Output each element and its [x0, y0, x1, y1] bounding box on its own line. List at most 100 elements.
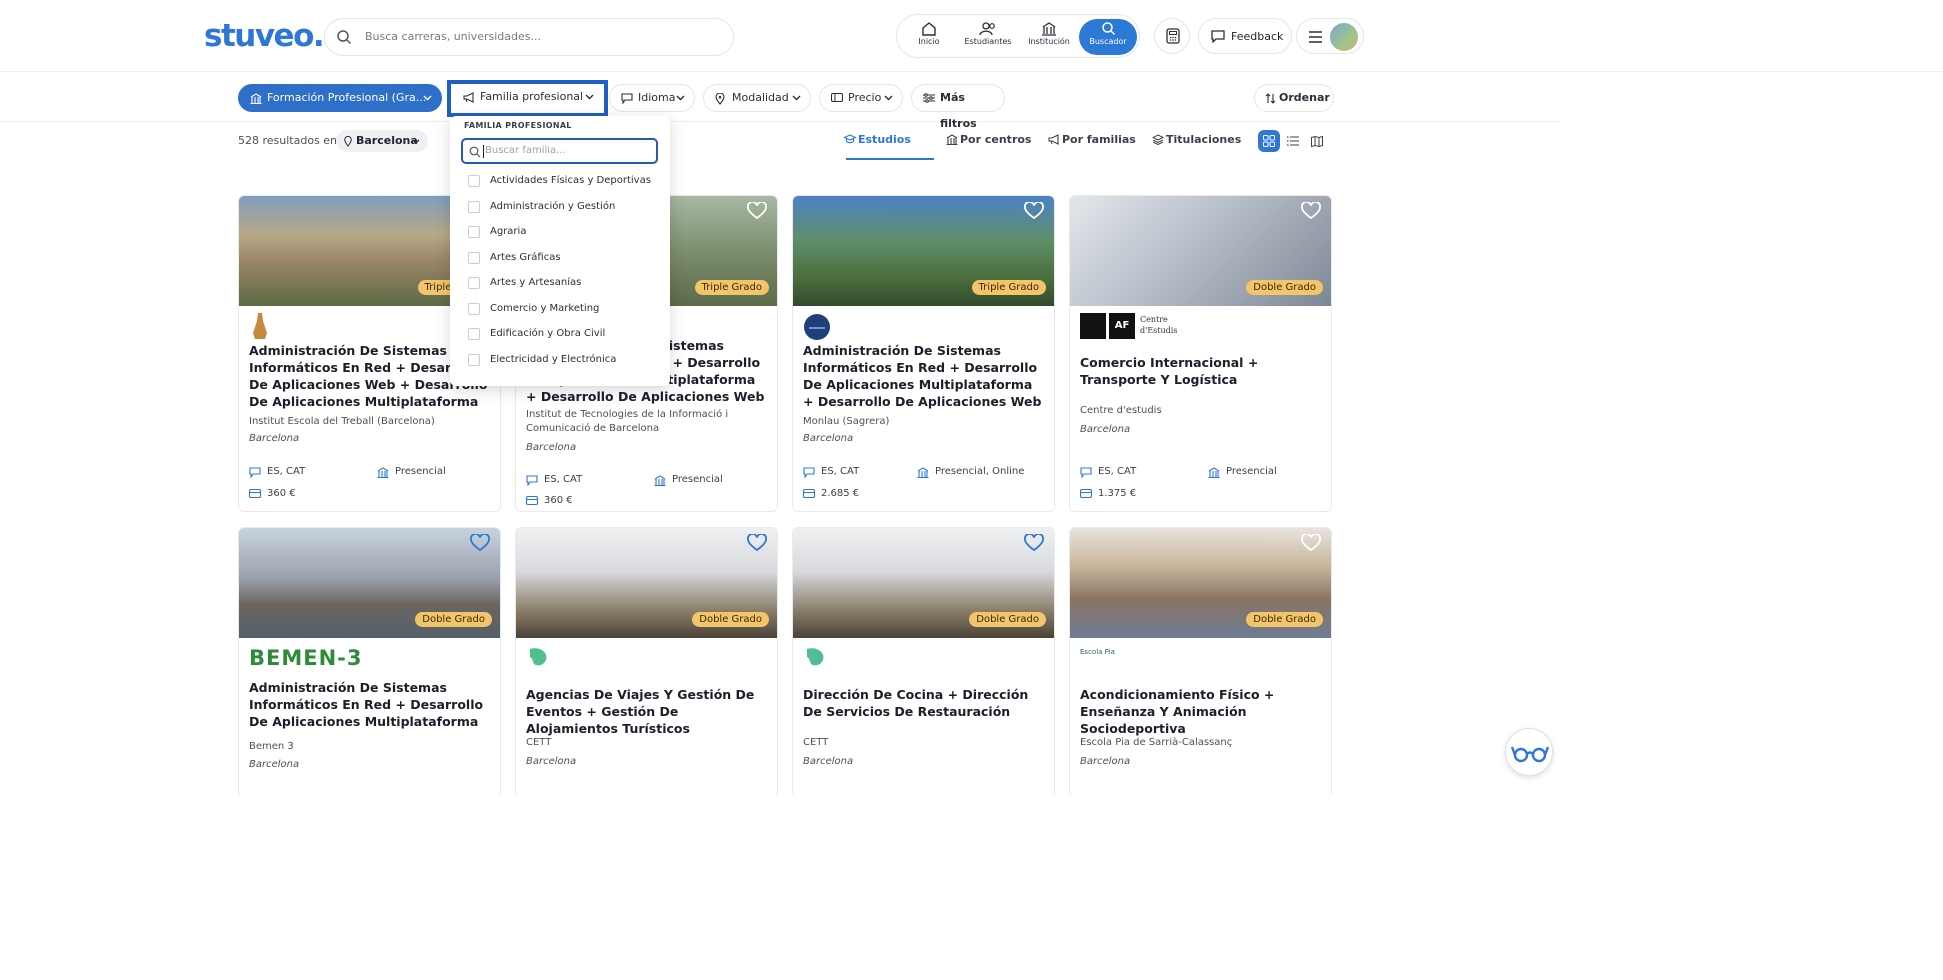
card-title: Administración De Sistemas Informáticos … [249, 680, 484, 729]
checkbox[interactable] [468, 252, 480, 264]
sliders-icon [923, 93, 935, 103]
study-card[interactable]: Doble Grado Agencias De Viajes Y Gestión… [515, 527, 778, 797]
accessibility-button[interactable] [1505, 728, 1553, 776]
grid-icon [1263, 135, 1275, 147]
institution-logo: AF Centre d'Estudis [1080, 313, 1190, 339]
idioma-filter[interactable]: Idioma [609, 84, 695, 112]
chevron-down-icon [792, 95, 801, 101]
location-label: Barcelona [356, 134, 418, 147]
checkbox[interactable] [468, 226, 480, 238]
checkbox[interactable] [468, 328, 480, 340]
building-icon [250, 93, 262, 104]
modalidad-filter[interactable]: Modalidad [703, 84, 811, 112]
grid-view-button[interactable] [1258, 130, 1280, 152]
tab-label: Por centros [960, 133, 1032, 146]
card-title: Comercio Internacional + Transporte Y Lo… [1080, 355, 1259, 387]
institution-logo [530, 648, 547, 666]
precio-filter[interactable]: Precio [819, 84, 903, 112]
feedback-button[interactable]: Feedback [1198, 18, 1292, 54]
chevron-down-icon [423, 95, 432, 101]
location-pin-icon [715, 93, 725, 105]
tab-por-centros[interactable]: Por centros [946, 133, 1032, 146]
checkbox[interactable] [468, 354, 480, 366]
card-city: Barcelona [1080, 424, 1131, 435]
ticket-icon [1080, 489, 1092, 498]
modalidad-filter-label: Modalidad [732, 91, 789, 104]
map-view-button[interactable] [1306, 130, 1328, 152]
grade-badge: Doble Grado [1246, 280, 1323, 295]
search-icon [337, 30, 352, 45]
heart-icon[interactable] [1024, 202, 1044, 220]
idioma-filter-label: Idioma [638, 91, 676, 104]
familia-search-input[interactable]: Buscar familia... [461, 138, 658, 164]
nav-estudiantes[interactable]: Estudiantes [957, 19, 1019, 55]
checkbox[interactable] [468, 201, 480, 213]
text-cursor [483, 145, 484, 158]
heart-icon[interactable] [1301, 534, 1321, 552]
nav-inicio[interactable]: Inicio [901, 19, 957, 55]
chevron-down-icon [676, 95, 685, 101]
graduation-cap-icon [844, 134, 856, 144]
heart-icon[interactable] [747, 534, 767, 552]
grade-badge: Doble Grado [969, 612, 1046, 627]
level-filter-label: Formación Profesional (Gra... [267, 91, 427, 104]
search-input[interactable]: Busca carreras, universidades... [365, 30, 541, 43]
level-filter[interactable]: Formación Profesional (Gra... [238, 84, 442, 112]
chat-icon [249, 467, 261, 478]
card-city: Barcelona [526, 756, 577, 767]
nav-buscador[interactable]: Buscador [1079, 19, 1137, 55]
grade-badge: Doble Grado [692, 612, 769, 627]
hamburger-icon [1309, 31, 1322, 43]
mas-filtros-label: Más filtros [940, 91, 977, 130]
stuveo-logo[interactable]: stuveo. [204, 18, 325, 54]
tab-label: Titulaciones [1166, 133, 1242, 146]
mas-filtros-button[interactable]: Más filtros [911, 84, 1005, 130]
search-bar[interactable]: Busca carreras, universidades... [324, 18, 734, 56]
ticket-icon [526, 496, 538, 505]
heart-icon[interactable] [1301, 202, 1321, 220]
main-nav: Inicio Estudiantes Institución Buscador [896, 14, 1140, 58]
card-institution: CETT [526, 737, 552, 748]
precio-filter-label: Precio [848, 91, 882, 104]
checkbox[interactable] [468, 175, 480, 187]
grade-badge: Doble Grado [415, 612, 492, 627]
tab-titulaciones[interactable]: Titulaciones [1152, 133, 1242, 146]
building-icon [917, 467, 929, 478]
card-title: Dirección De Cocina + Dirección De Servi… [803, 687, 1029, 719]
card-institution: Institut de Tecnologies de la Informació… [526, 409, 729, 434]
study-card[interactable]: Triple Grado Administración De Sistemas … [792, 195, 1055, 512]
list-view-button[interactable] [1282, 130, 1304, 152]
study-card[interactable]: Doble Grado BEMEN-3 Administración De Si… [238, 527, 501, 797]
location-selector[interactable]: Barcelona [336, 130, 428, 152]
building-icon [1208, 467, 1220, 478]
card-title: Acondicionamiento Físico + Enseñanza Y A… [1080, 687, 1275, 736]
checkbox[interactable] [468, 277, 480, 289]
nav-label: Buscador [1089, 37, 1127, 46]
calculator-button[interactable] [1154, 18, 1190, 54]
card-city: Barcelona [249, 433, 300, 444]
study-card[interactable]: Doble Grado AF Centre d'Estudis Comercio… [1069, 195, 1332, 512]
heart-icon[interactable] [747, 202, 767, 220]
heart-icon[interactable] [470, 534, 490, 552]
glasses-icon [1511, 746, 1549, 763]
card-city: Barcelona [249, 759, 300, 770]
building-icon [377, 467, 389, 478]
user-menu[interactable] [1296, 18, 1364, 54]
heart-icon[interactable] [1024, 534, 1044, 552]
ordenar-label: Ordenar [1279, 91, 1330, 104]
checkbox[interactable] [468, 303, 480, 315]
study-card[interactable]: Doble Grado Escola Pia Acondicionamiento… [1069, 527, 1332, 797]
ordenar-button[interactable]: Ordenar [1254, 84, 1334, 112]
tab-por-familias[interactable]: Por familias [1048, 133, 1136, 146]
nav-institucion[interactable]: Institución [1021, 19, 1077, 55]
study-card[interactable]: Doble Grado Dirección De Cocina + Direcc… [792, 527, 1055, 797]
chevron-down-icon [884, 95, 893, 101]
location-pin-icon [344, 136, 352, 147]
grade-badge: Triple Grado [971, 280, 1046, 295]
tab-estudios[interactable]: Estudios [844, 133, 911, 146]
results-count: 528 resultados en [238, 134, 338, 147]
institution-logo [804, 314, 830, 340]
card-institution: Bemen 3 [249, 741, 294, 752]
chat-icon [803, 467, 815, 478]
avatar[interactable] [1330, 23, 1358, 51]
